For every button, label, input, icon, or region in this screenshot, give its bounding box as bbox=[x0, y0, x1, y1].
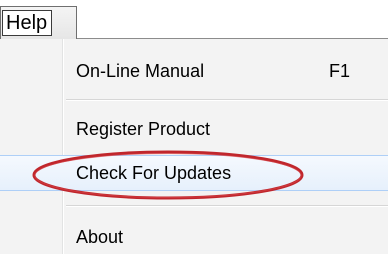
menu-item-register-product[interactable]: Register Product bbox=[0, 111, 388, 147]
menu-item-label: Check For Updates bbox=[76, 163, 232, 183]
menu-item-label: About bbox=[76, 227, 124, 247]
help-dropdown-menu: On-Line Manual F1 Register Product Check… bbox=[0, 39, 388, 254]
menu-item-label: Register Product bbox=[76, 119, 211, 139]
menu-item-check-for-updates[interactable]: Check For Updates bbox=[0, 155, 388, 191]
menu-item-label: On-Line Manual bbox=[76, 61, 205, 81]
menu-help-label: Help bbox=[2, 10, 53, 36]
screenshot-stage: Help On-Line Manual F1 Register Product … bbox=[0, 0, 388, 254]
shortcut-label: F1 bbox=[329, 61, 351, 81]
menu-help[interactable]: Help bbox=[0, 6, 77, 39]
menu-separator bbox=[66, 99, 388, 101]
menu-item-online-manual[interactable]: On-Line Manual F1 bbox=[0, 53, 388, 89]
menu-item-about[interactable]: About bbox=[0, 219, 388, 254]
menu-separator bbox=[66, 205, 388, 207]
